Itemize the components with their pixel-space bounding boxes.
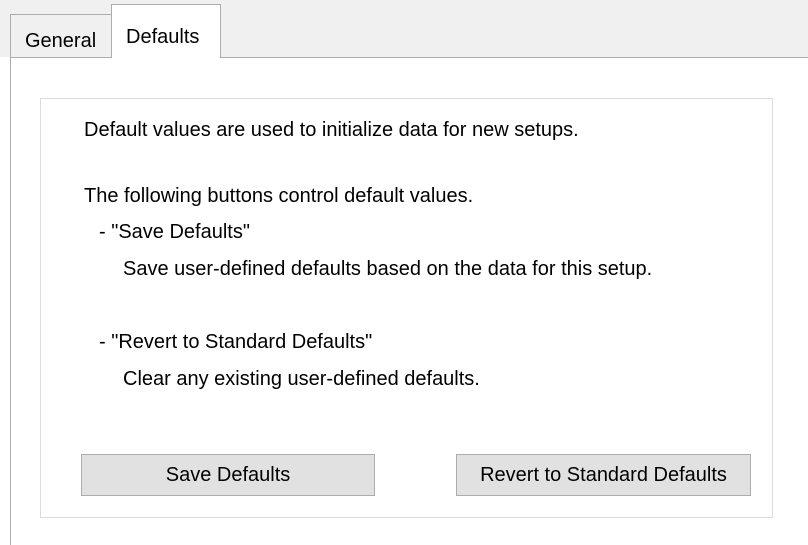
defaults-group-box: Default values are used to initialize da… <box>40 98 773 518</box>
properties-dialog: General Defaults Default values are used… <box>0 0 808 545</box>
tab-general[interactable]: General <box>10 14 112 57</box>
intro-text: Default values are used to initialize da… <box>84 119 579 141</box>
revert-to-standard-defaults-button[interactable]: Revert to Standard Defaults <box>456 454 751 496</box>
tab-general-label: General <box>25 30 97 52</box>
tab-defaults[interactable]: Defaults <box>111 4 221 58</box>
save-defaults-button[interactable]: Save Defaults <box>81 454 375 496</box>
buttons-heading-text: The following buttons control default va… <box>84 185 474 207</box>
tab-defaults-label: Defaults <box>126 26 200 48</box>
tab-strip: General Defaults <box>0 0 808 58</box>
save-defaults-item-description: Save user-defined defaults based on the … <box>123 258 653 280</box>
save-defaults-item-title: - "Save Defaults" <box>99 221 250 243</box>
revert-defaults-item-title: - "Revert to Standard Defaults" <box>99 331 373 353</box>
revert-defaults-item-description: Clear any existing user-defined defaults… <box>123 368 480 390</box>
